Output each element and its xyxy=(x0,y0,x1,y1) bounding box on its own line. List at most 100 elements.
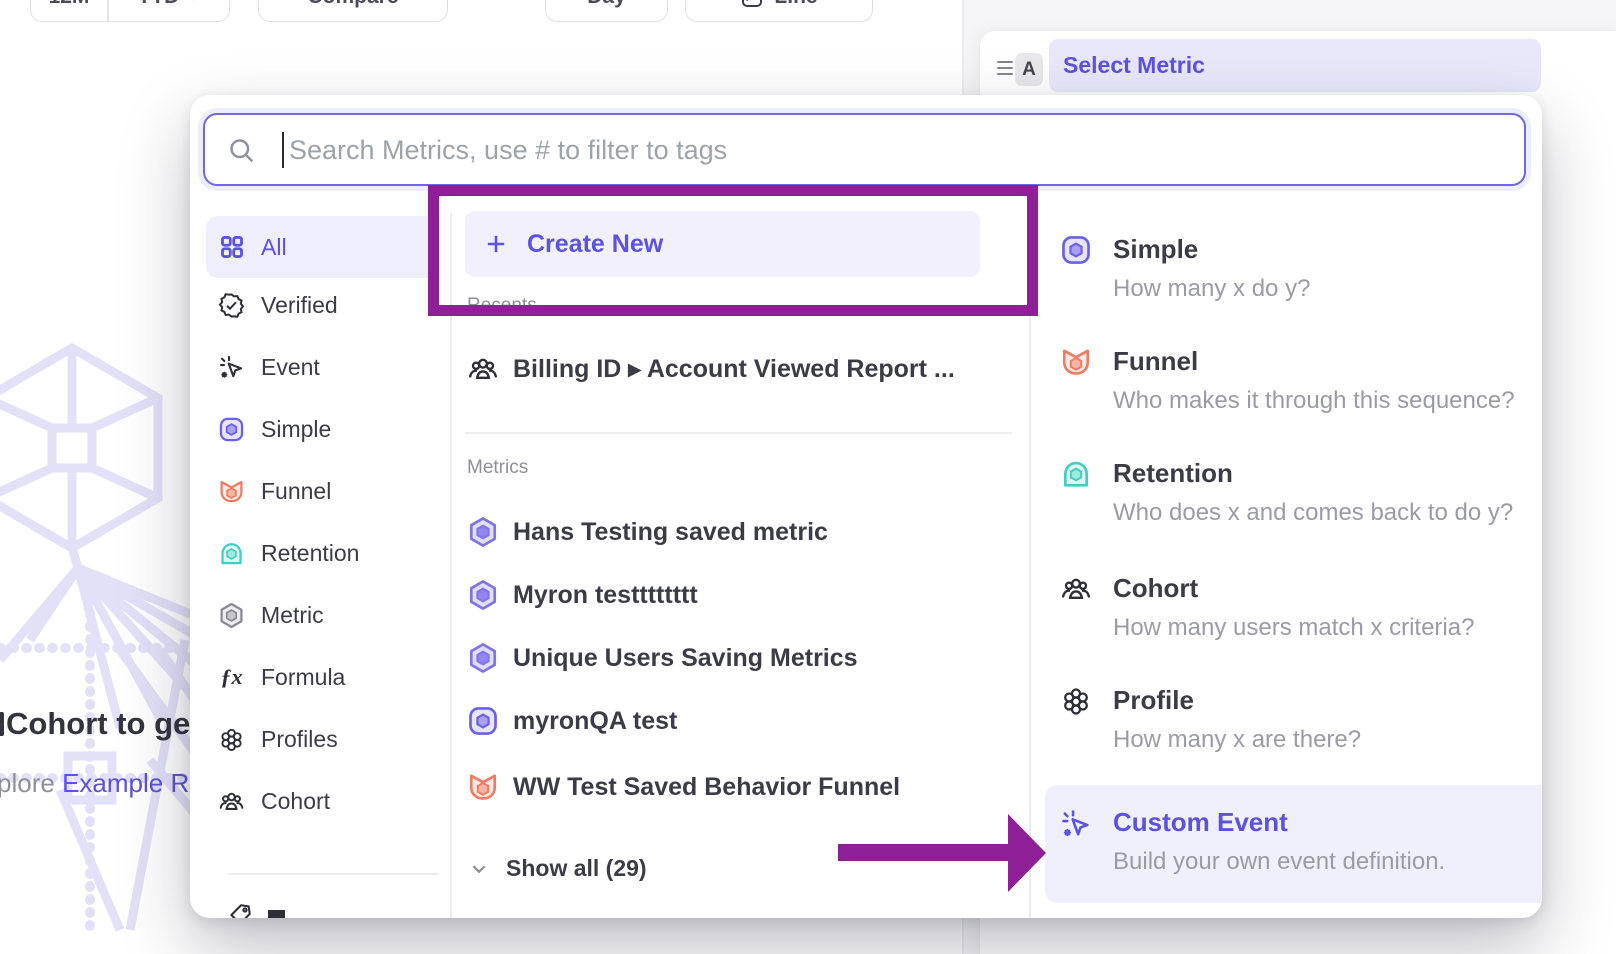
type-simple[interactable]: Simple How many x do y? xyxy=(1045,234,1542,310)
type-description: Who does x and comes back to do y? xyxy=(1113,499,1513,527)
line-chart-icon xyxy=(740,0,764,9)
type-custom-event[interactable]: Custom Event Build your own event defini… xyxy=(1045,785,1542,903)
sidebar-item-label: Retention xyxy=(261,540,359,567)
sidebar-item-label: Cohort xyxy=(261,788,330,815)
funnel-icon xyxy=(467,771,499,803)
chevron-down-icon xyxy=(470,860,488,878)
range-12m-label: 12M xyxy=(49,0,90,9)
recent-item[interactable]: Billing ID ▸ Account Viewed Report ... xyxy=(467,353,955,385)
compare-label: Compare xyxy=(307,0,398,9)
type-description: Who makes it through this sequence? xyxy=(1113,387,1515,415)
metric-hexagon-icon xyxy=(467,579,499,611)
column-divider xyxy=(1029,213,1031,918)
sidebar-item-event[interactable]: Event xyxy=(206,336,438,398)
compare-button[interactable]: Compare xyxy=(258,0,448,22)
range-ytd-button[interactable]: YTD xyxy=(109,0,230,21)
type-cohort[interactable]: Cohort How many users match x criteria? xyxy=(1045,573,1542,649)
wireframe-illustration xyxy=(0,330,200,950)
sidebar-item-label: Profiles xyxy=(261,726,338,753)
metric-list-item[interactable]: WW Test Saved Behavior Funnel xyxy=(467,771,900,803)
metric-list-item[interactable]: Hans Testing saved metric xyxy=(467,516,828,548)
sidebar-item-label: Event xyxy=(261,354,320,381)
sidebar-item-retention[interactable]: Retention xyxy=(206,522,438,584)
sidebar-section-divider xyxy=(228,873,438,875)
annotation-arrow-shaft xyxy=(838,844,1010,861)
type-profile[interactable]: Profile How many x are there? xyxy=(1045,685,1542,761)
type-funnel[interactable]: Funnel Who makes it through this sequenc… xyxy=(1045,346,1542,422)
show-all-button[interactable]: Show all (29) xyxy=(470,855,647,882)
grid-icon xyxy=(218,234,245,261)
metrics-heading: Metrics xyxy=(467,457,528,479)
search-input[interactable] xyxy=(287,115,1491,186)
metric-list-item[interactable]: Myron testttttttt xyxy=(467,579,698,611)
metric-row-badge: A xyxy=(1015,53,1043,86)
simple-icon xyxy=(1060,234,1092,266)
type-title: Custom Event xyxy=(1113,807,1288,838)
retention-icon xyxy=(1060,458,1092,490)
sidebar-item-label: Formula xyxy=(261,664,345,691)
profiles-icon xyxy=(218,726,245,753)
metric-hexagon-icon xyxy=(467,516,499,548)
cohort-icon xyxy=(467,353,499,385)
empty-state-headline: Cohort to ge xyxy=(6,706,190,742)
sidebar-item-label: Simple xyxy=(261,416,331,443)
funnel-icon xyxy=(1060,346,1092,378)
type-description: Build your own event definition. xyxy=(1113,848,1445,876)
type-title: Profile xyxy=(1113,685,1194,716)
type-title: Simple xyxy=(1113,234,1198,265)
annotation-highlight-box xyxy=(428,185,1038,316)
sidebar-item-metric[interactable]: Metric xyxy=(206,584,438,646)
select-metric-label: Select Metric xyxy=(1063,52,1205,79)
clipped-label-fragment xyxy=(268,910,285,918)
type-description: How many users match x criteria? xyxy=(1113,614,1474,642)
chart-type-line-button[interactable]: Line xyxy=(685,0,873,22)
sidebar-item-cohort[interactable]: Cohort xyxy=(206,770,438,832)
sidebar-item-label: Verified xyxy=(261,292,338,319)
metric-item-label: Unique Users Saving Metrics xyxy=(513,644,858,673)
search-icon xyxy=(227,136,257,166)
verified-badge-icon xyxy=(218,292,245,319)
sidebar-item-label: All xyxy=(261,234,287,261)
empty-state-subtext: xplore Example R xyxy=(0,768,189,799)
example-link[interactable]: Example R xyxy=(62,768,189,798)
recent-item-label: Billing ID ▸ Account Viewed Report ... xyxy=(513,354,955,384)
simple-icon xyxy=(467,705,499,737)
metric-search-box[interactable] xyxy=(203,113,1526,186)
metric-list-item[interactable]: Unique Users Saving Metrics xyxy=(467,642,858,674)
date-range-segmented-control[interactable]: 12M YTD xyxy=(30,0,230,22)
metric-list-item[interactable]: myronQA test xyxy=(467,705,677,737)
chevron-down-icon xyxy=(186,0,200,4)
type-title: Cohort xyxy=(1113,573,1198,604)
sidebar-item-simple[interactable]: Simple xyxy=(206,398,438,460)
type-title: Funnel xyxy=(1113,346,1198,377)
select-metric-field[interactable]: Select Metric xyxy=(1049,39,1541,92)
sidebar-item-profiles[interactable]: Profiles xyxy=(206,708,438,770)
annotation-arrow-head xyxy=(1008,814,1046,892)
interval-label: Day xyxy=(587,0,626,9)
tag-icon xyxy=(227,902,253,918)
type-description: How many x are there? xyxy=(1113,726,1361,754)
metric-hexagon-icon xyxy=(218,602,245,629)
metric-item-label: myronQA test xyxy=(513,707,677,736)
metric-item-label: Myron testttttttt xyxy=(513,581,698,610)
range-12m-button[interactable]: 12M xyxy=(31,0,107,21)
event-cursor-icon xyxy=(218,354,245,381)
sidebar-item-verified[interactable]: Verified xyxy=(206,274,438,336)
cohort-icon xyxy=(1060,573,1092,605)
sidebar-item-label: Funnel xyxy=(261,478,331,505)
type-retention[interactable]: Retention Who does x and comes back to d… xyxy=(1045,458,1542,534)
drag-handle-icon[interactable] xyxy=(997,61,1013,75)
interval-day-button[interactable]: Day xyxy=(545,0,668,22)
explore-prefix-text: xplore xyxy=(0,768,55,798)
metric-item-label: Hans Testing saved metric xyxy=(513,518,828,547)
sidebar-item-partial[interactable] xyxy=(227,902,253,918)
sidebar-item-formula[interactable]: ƒx Formula xyxy=(206,646,438,708)
sidebar-divider xyxy=(450,213,452,918)
cohort-icon xyxy=(218,788,245,815)
page-root: Cohort to ge xplore Example R 12M YTD Co… xyxy=(0,0,1616,954)
type-title: Retention xyxy=(1113,458,1233,489)
sidebar-item-funnel[interactable]: Funnel xyxy=(206,460,438,522)
sidebar-item-all[interactable]: All xyxy=(206,216,438,278)
type-description: How many x do y? xyxy=(1113,275,1310,303)
range-ytd-label: YTD xyxy=(137,0,179,9)
